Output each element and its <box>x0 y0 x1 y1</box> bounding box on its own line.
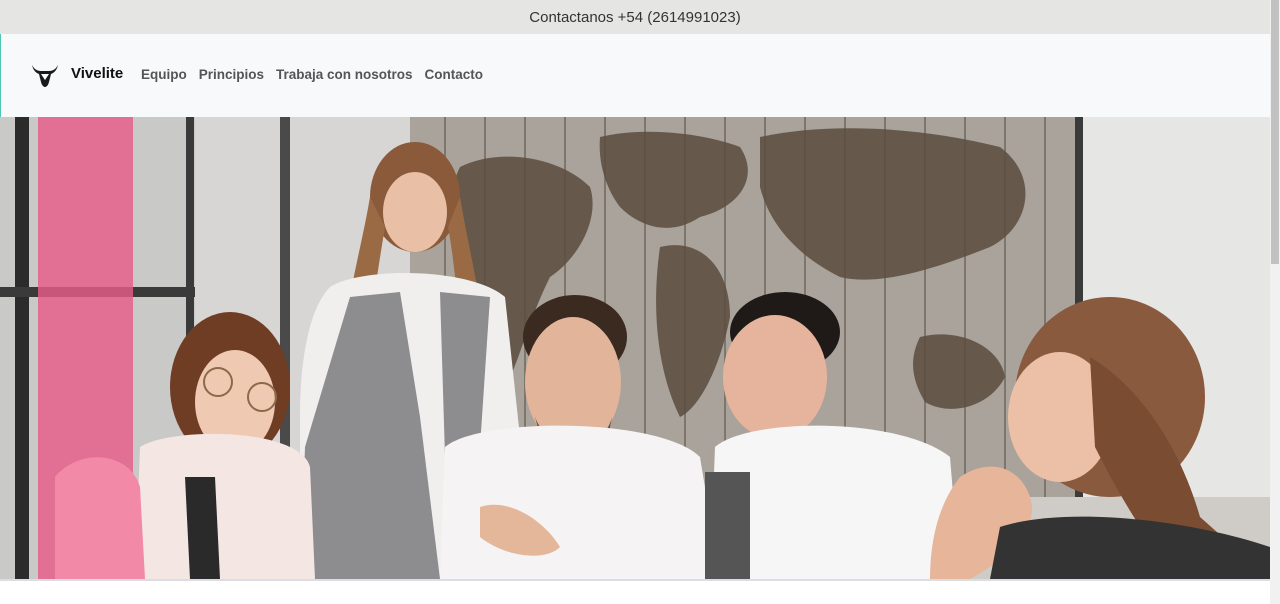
brand[interactable]: Vivelite <box>31 62 123 88</box>
brand-name: Vivelite <box>71 64 124 82</box>
hero-divider <box>0 579 1270 581</box>
hero-image <box>0 117 1270 579</box>
main-navbar: Vivelite Equipo Principios Trabaja con n… <box>0 34 1270 117</box>
contact-phone-text: Contactanos +54 (2614991023) <box>529 8 741 26</box>
top-contact-bar: Contactanos +54 (2614991023) <box>0 0 1270 34</box>
bull-head-logo-icon <box>32 65 58 87</box>
nav-link-equipo[interactable]: Equipo <box>141 67 187 82</box>
page-scrollbar-thumb[interactable] <box>1271 0 1279 264</box>
hero-team-photo <box>0 117 1270 579</box>
nav-link-principios[interactable]: Principios <box>199 67 264 82</box>
nav-link-contacto[interactable]: Contacto <box>425 67 484 82</box>
nav-link-trabaja-con-nosotros[interactable]: Trabaja con nosotros <box>276 67 413 82</box>
nav-links: Equipo Principios Trabaja con nosotros C… <box>141 67 483 82</box>
